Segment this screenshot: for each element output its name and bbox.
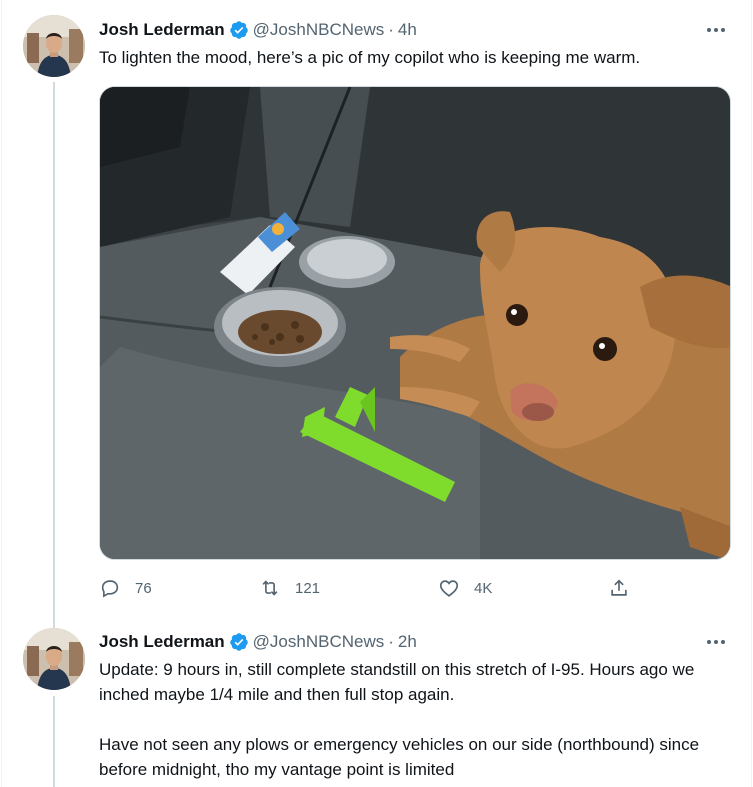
share-icon <box>611 579 627 596</box>
timestamp[interactable]: 4h <box>398 20 417 40</box>
tweet-header: Josh Lederman @JoshNBCNews · 2h <box>99 630 417 654</box>
avatar[interactable] <box>23 15 85 77</box>
reply-count: 76 <box>135 579 152 597</box>
verified-badge-icon <box>229 21 248 39</box>
author-name[interactable]: Josh Lederman <box>99 632 225 652</box>
like-button[interactable]: 4K <box>438 574 492 602</box>
tweet[interactable]: Josh Lederman @JoshNBCNews · 2h Update: … <box>0 622 753 787</box>
tweet-text: To lighten the mood, here’s a pic of my … <box>99 48 641 67</box>
separator-dot: · <box>388 632 394 651</box>
photo-dog-in-car-icon <box>100 87 730 559</box>
reply-button[interactable]: 76 <box>99 574 152 602</box>
more-options-icon[interactable] <box>705 20 727 40</box>
avatar[interactable] <box>23 628 85 690</box>
thread-line <box>53 82 55 622</box>
tweet[interactable]: Josh Lederman @JoshNBCNews · 4h To light… <box>0 0 753 622</box>
tweet-actions: 76 121 4K <box>0 574 753 602</box>
author-handle[interactable]: @JoshNBCNews <box>253 632 385 652</box>
tweet-text: Update: 9 hours in, still complete stand… <box>99 660 700 779</box>
author-handle[interactable]: @JoshNBCNews <box>253 20 385 40</box>
reply-icon <box>101 580 119 598</box>
tweet-photo[interactable] <box>99 86 731 560</box>
heart-icon <box>439 580 459 597</box>
verified-badge-icon <box>229 633 248 651</box>
retweet-icon <box>262 580 278 596</box>
tweet-header: Josh Lederman @JoshNBCNews · 4h <box>99 18 417 42</box>
timestamp[interactable]: 2h <box>398 632 417 652</box>
retweet-button[interactable]: 121 <box>259 574 320 602</box>
author-name[interactable]: Josh Lederman <box>99 20 225 40</box>
more-options-icon[interactable] <box>705 632 727 652</box>
like-count: 4K <box>474 579 493 597</box>
thread-line <box>53 696 55 787</box>
share-button[interactable] <box>608 574 630 602</box>
retweet-count: 121 <box>295 579 321 597</box>
separator-dot: · <box>388 20 394 39</box>
